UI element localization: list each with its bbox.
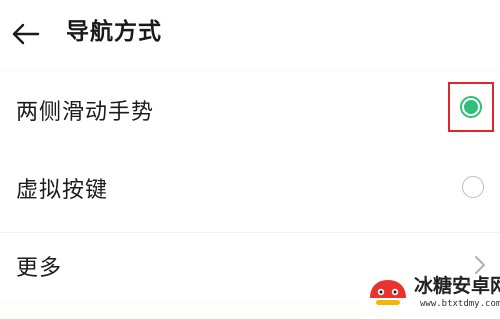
- arrow-left-icon: [12, 23, 40, 45]
- option-virtual-keys[interactable]: 虚拟按键: [0, 158, 500, 222]
- watermark-url: www.btxtdmy.com: [420, 299, 500, 309]
- watermark-logo-icon: [370, 280, 406, 305]
- radio-checked-icon[interactable]: [460, 96, 482, 118]
- app-header: 导航方式: [0, 0, 500, 68]
- option-gesture-navigation[interactable]: 两侧滑动手势: [0, 78, 500, 142]
- radio-unchecked-icon[interactable]: [462, 176, 484, 198]
- page-title: 导航方式: [66, 19, 162, 45]
- watermark: 冰糖安卓网 www.btxtdmy.com: [360, 272, 500, 319]
- watermark-title: 冰糖安卓网: [414, 275, 500, 297]
- navigation-settings-screen: 导航方式 两侧滑动手势 虚拟按键 更多 冰糖安卓网 www.btxtdmy.co…: [0, 0, 500, 319]
- header-divider: [0, 70, 500, 72]
- more-label: 更多: [16, 256, 63, 281]
- option-label: 两侧滑动手势: [16, 100, 155, 125]
- radio-dot: [464, 100, 478, 114]
- option-label: 虚拟按键: [16, 178, 109, 203]
- back-button[interactable]: [8, 16, 44, 52]
- section-divider: [0, 232, 500, 233]
- next-row-edge: [0, 300, 360, 319]
